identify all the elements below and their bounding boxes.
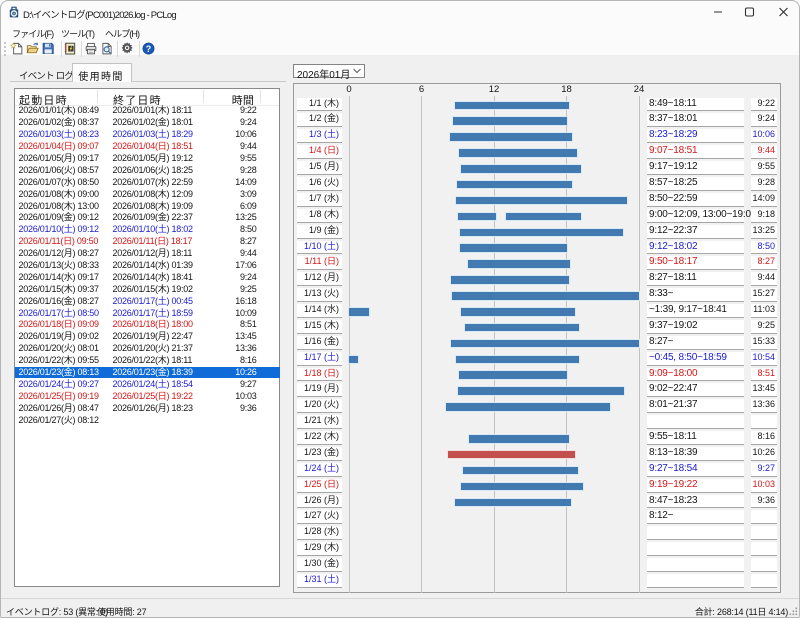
svg-text:?: ? [146,44,151,54]
